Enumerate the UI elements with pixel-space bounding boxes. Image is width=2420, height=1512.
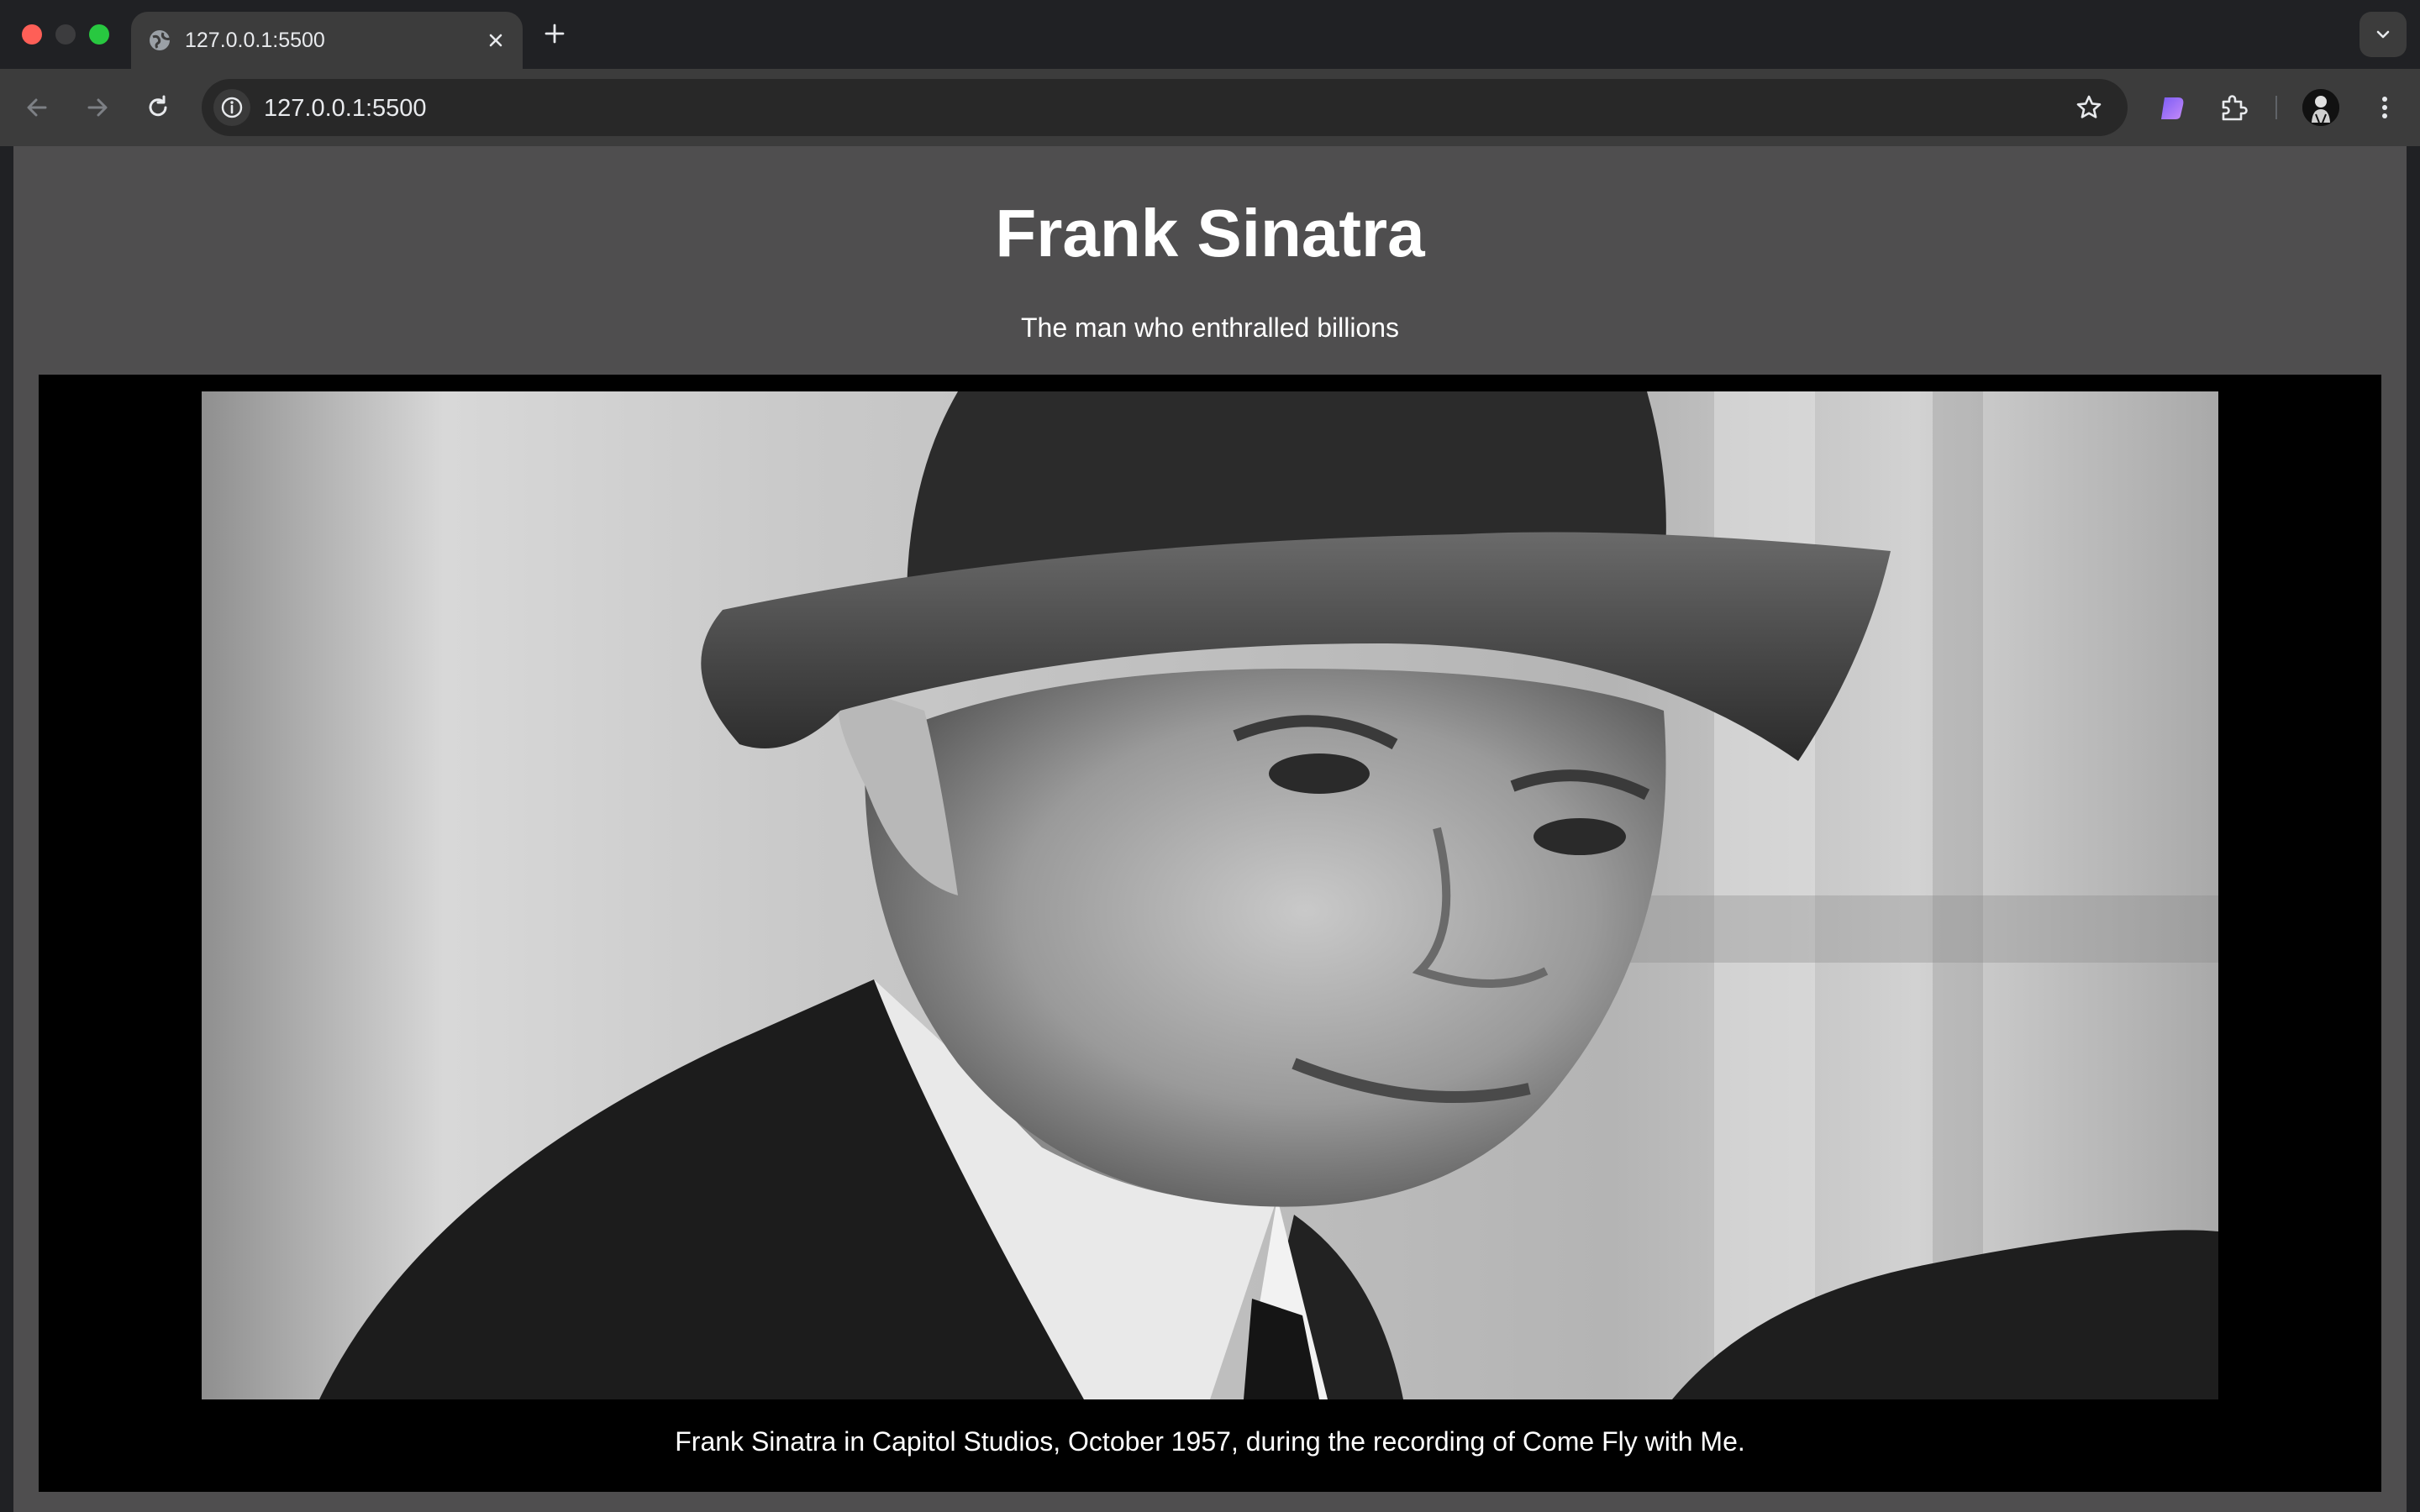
bookmark-star-icon[interactable] <box>2074 92 2104 123</box>
reload-icon[interactable] <box>143 92 173 123</box>
toolbar-divider <box>2275 96 2277 119</box>
portrait-photo <box>202 391 2218 1399</box>
browser-tab[interactable]: 127.0.0.1:5500 <box>131 12 523 69</box>
extensions-puzzle-icon[interactable] <box>2217 91 2250 124</box>
page-body: Frank Sinatra The man who enthralled bil… <box>13 146 2407 1512</box>
address-bar[interactable]: 127.0.0.1:5500 <box>202 79 2128 136</box>
tab-bar: 127.0.0.1:5500 <box>0 0 2420 69</box>
globe-icon <box>148 29 171 52</box>
url-text[interactable]: 127.0.0.1:5500 <box>264 95 427 122</box>
window-minimize-button[interactable] <box>55 24 76 45</box>
back-arrow-icon[interactable] <box>22 92 52 123</box>
tab-title: 127.0.0.1:5500 <box>185 29 325 52</box>
page-title: Frank Sinatra <box>995 196 1425 270</box>
photo-figure: Frank Sinatra in Capitol Studios, Octobe… <box>39 375 2381 1492</box>
page-viewport: Frank Sinatra The man who enthralled bil… <box>0 146 2420 1512</box>
site-info-icon[interactable] <box>213 89 250 126</box>
chevron-down-icon <box>2376 30 2390 39</box>
extension-icon[interactable] <box>2156 91 2190 124</box>
photo-caption: Frank Sinatra in Capitol Studios, Octobe… <box>675 1426 1745 1457</box>
tab-search-button[interactable] <box>2360 12 2407 57</box>
browser-toolbar: 127.0.0.1:5500 <box>0 69 2420 146</box>
more-menu-icon[interactable] <box>2370 92 2400 123</box>
forward-arrow-icon[interactable] <box>82 92 113 123</box>
new-tab-plus-icon[interactable] <box>541 20 568 47</box>
window-close-button[interactable] <box>22 24 42 45</box>
profile-avatar[interactable] <box>2302 89 2339 126</box>
tab-close-icon[interactable] <box>484 29 508 52</box>
page-subtitle: The man who enthralled billions <box>1020 312 1400 343</box>
window-maximize-button[interactable] <box>89 24 109 45</box>
